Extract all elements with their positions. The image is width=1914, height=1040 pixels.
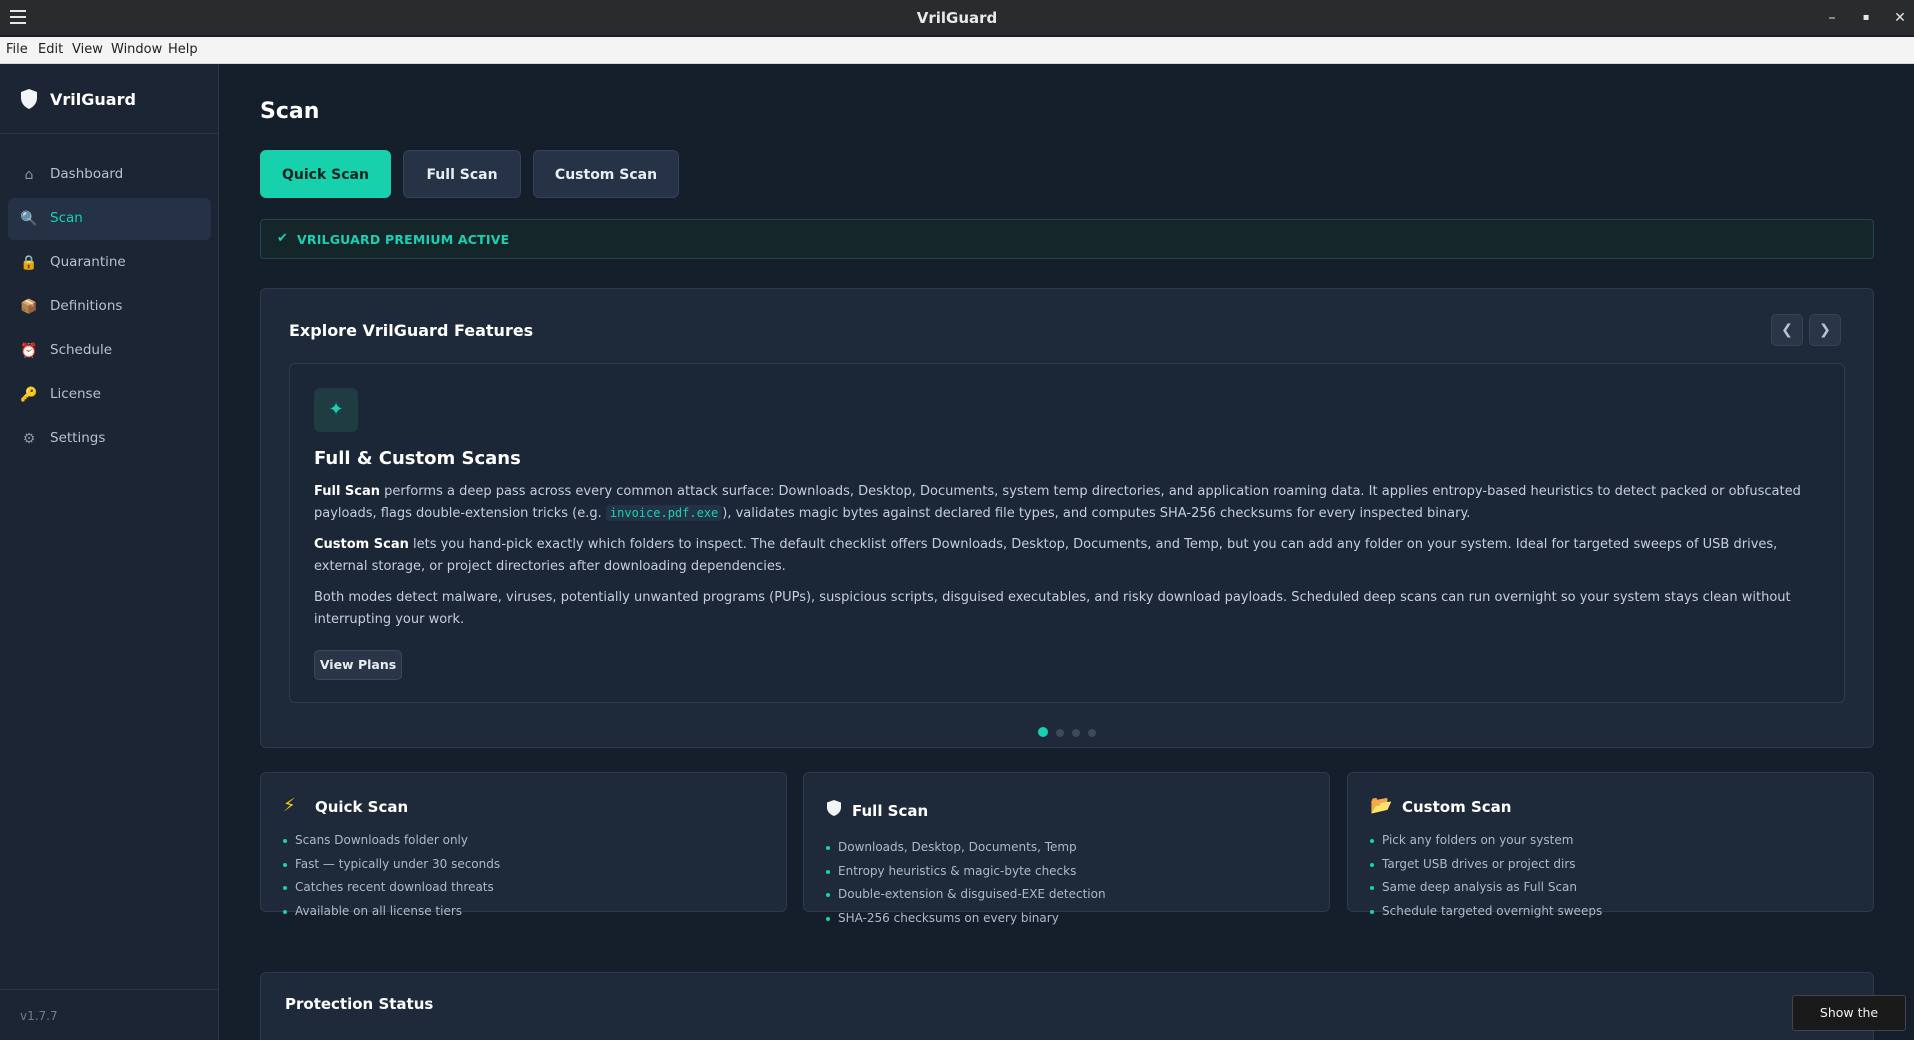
term-custom-scan: Custom Scan — [314, 537, 409, 552]
sidebar-item-license[interactable]: 🔑 License — [8, 374, 211, 416]
sidebar-item-quarantine[interactable]: 🔒 Quarantine — [8, 242, 211, 284]
list-item: Same deep analysis as Full Scan — [1370, 876, 1602, 900]
home-icon: ⌂ — [24, 167, 34, 183]
sidebar-item-label: Settings — [50, 430, 106, 446]
key-icon: 🔑 — [20, 387, 38, 403]
slide-title: Full & Custom Scans — [314, 448, 521, 469]
close-button[interactable]: ✕ — [1890, 8, 1910, 28]
card-feature-list: Downloads, Desktop, Documents, Temp Entr… — [826, 836, 1106, 930]
sidebar-item-settings[interactable]: ⚙ Settings — [8, 418, 211, 460]
full-scan-button[interactable]: Full Scan — [403, 150, 521, 198]
custom-scan-card: 📂 Custom Scan Pick any folders on your s… — [1347, 772, 1874, 918]
carousel-dot-4[interactable] — [1088, 729, 1096, 737]
sidebar-item-label: Scan — [50, 210, 83, 226]
carousel-next-button[interactable]: ❯ — [1809, 314, 1841, 346]
card-title: Full Scan — [852, 802, 929, 820]
carousel-slide: ✦ Full & Custom Scans Full Scan performs… — [289, 363, 1845, 703]
show-desktop-tooltip: Show the desktop — [1792, 995, 1906, 1040]
checkmark-icon: ✔ — [277, 231, 288, 246]
slide-paragraph-full-scan: Full Scan performs a deep pass across ev… — [314, 481, 1824, 524]
protection-status-title: Protection Status — [285, 995, 434, 1013]
lock-icon: 🔒 — [20, 255, 38, 271]
paragraph-text: ), validates magic bytes against declare… — [722, 505, 1471, 521]
list-item: SHA-256 checksums on every binary — [826, 907, 1106, 931]
list-item: Fast — typically under 30 seconds — [283, 853, 500, 877]
menu-bar: File Edit View Window Help — [0, 37, 1914, 64]
title-bar: VrilGuard – ▪ ✕ — [0, 0, 1914, 36]
sidebar-footer-divider — [0, 989, 219, 990]
menu-view[interactable]: View — [72, 42, 103, 57]
carousel-prev-button[interactable]: ❮ — [1771, 314, 1803, 346]
card-feature-list: Pick any folders on your system Target U… — [1370, 829, 1602, 923]
carousel-dots — [261, 727, 1873, 737]
carousel-dot-3[interactable] — [1072, 729, 1080, 737]
page-title: Scan — [260, 99, 320, 124]
sidebar-item-definitions[interactable]: 📦 Definitions — [8, 286, 211, 328]
protection-status-panel: Protection Status — [260, 972, 1874, 1040]
sidebar-item-label: Definitions — [50, 298, 123, 314]
features-carousel: Explore VrilGuard Features ❮ ❯ ✦ Full & … — [260, 288, 1874, 748]
lightning-icon: ⚡ — [283, 795, 296, 816]
list-item: Entropy heuristics & magic-byte checks — [826, 860, 1106, 884]
code-example: invoice.pdf.exe — [605, 504, 723, 521]
carousel-dot-2[interactable] — [1056, 729, 1064, 737]
list-item: Catches recent download threats — [283, 876, 500, 900]
menu-file[interactable]: File — [6, 42, 28, 57]
main-content: Scan Quick Scan Full Scan Custom Scan ✔ … — [220, 64, 1914, 1040]
package-icon: 📦 — [20, 299, 38, 315]
list-item: Double-extension & disguised-EXE detecti… — [826, 883, 1106, 907]
premium-status-banner: ✔ VRILGUARD PREMIUM ACTIVE — [260, 219, 1874, 259]
list-item: Pick any folders on your system — [1370, 829, 1602, 853]
minimize-button[interactable]: – — [1822, 8, 1842, 28]
sidebar-item-label: License — [50, 386, 101, 402]
custom-scan-button[interactable]: Custom Scan — [533, 150, 679, 198]
search-icon: 🔍 — [20, 211, 38, 227]
premium-status-text: VRILGUARD PREMIUM ACTIVE — [297, 232, 510, 247]
sidebar-item-schedule[interactable]: ⏰ Schedule — [8, 330, 211, 372]
card-title: Custom Scan — [1402, 798, 1512, 816]
paragraph-text: lets you hand-pick exactly which folders… — [314, 537, 1778, 574]
quick-scan-button[interactable]: Quick Scan — [260, 150, 391, 198]
brand-name: VrilGuard — [50, 90, 136, 109]
menu-window[interactable]: Window — [111, 42, 162, 57]
alarm-clock-icon: ⏰ — [20, 343, 38, 359]
sidebar-item-dashboard[interactable]: ⌂ Dashboard — [8, 154, 211, 196]
full-scan-card: Full Scan Downloads, Desktop, Documents,… — [803, 772, 1330, 925]
list-item: Schedule targeted overnight sweeps — [1370, 900, 1602, 924]
list-item: Scans Downloads folder only — [283, 829, 500, 853]
menu-help[interactable]: Help — [168, 42, 198, 57]
list-item: Target USB drives or project dirs — [1370, 853, 1602, 877]
features-title: Explore VrilGuard Features — [289, 321, 534, 340]
view-plans-button[interactable]: View Plans — [314, 650, 402, 680]
sidebar-item-label: Dashboard — [50, 166, 124, 182]
maximize-button[interactable]: ▪ — [1856, 8, 1876, 28]
sidebar-item-label: Schedule — [50, 342, 113, 358]
gear-icon: ⚙ — [22, 431, 36, 447]
sidebar-item-label: Quarantine — [50, 254, 126, 270]
menu-edit[interactable]: Edit — [38, 42, 63, 57]
list-item: Available on all license tiers — [283, 900, 500, 924]
shield-icon — [827, 800, 841, 816]
window-title: VrilGuard — [916, 9, 998, 27]
card-title: Quick Scan — [315, 798, 409, 816]
shield-logo-icon — [21, 89, 37, 109]
sidebar-item-scan[interactable]: 🔍 Scan — [8, 198, 211, 240]
app-version: v1.7.7 — [20, 1009, 58, 1023]
sidebar: VrilGuard ⌂ Dashboard 🔍 Scan 🔒 Quarantin… — [0, 64, 219, 1040]
folder-open-icon: 📂 — [1370, 795, 1393, 816]
slide-paragraph-custom-scan: Custom Scan lets you hand-pick exactly w… — [314, 534, 1824, 577]
term-full-scan: Full Scan — [314, 484, 381, 499]
slide-paragraph-both-modes: Both modes detect malware, viruses, pote… — [314, 590, 1791, 627]
quick-scan-card: ⚡ Quick Scan Scans Downloads folder only… — [260, 772, 787, 918]
list-item: Downloads, Desktop, Documents, Temp — [826, 836, 1106, 860]
sidebar-divider — [0, 133, 219, 134]
carousel-dot-1[interactable] — [1038, 727, 1048, 737]
card-feature-list: Scans Downloads folder only Fast — typic… — [283, 829, 500, 923]
sparkle-icon: ✦ — [314, 388, 358, 432]
